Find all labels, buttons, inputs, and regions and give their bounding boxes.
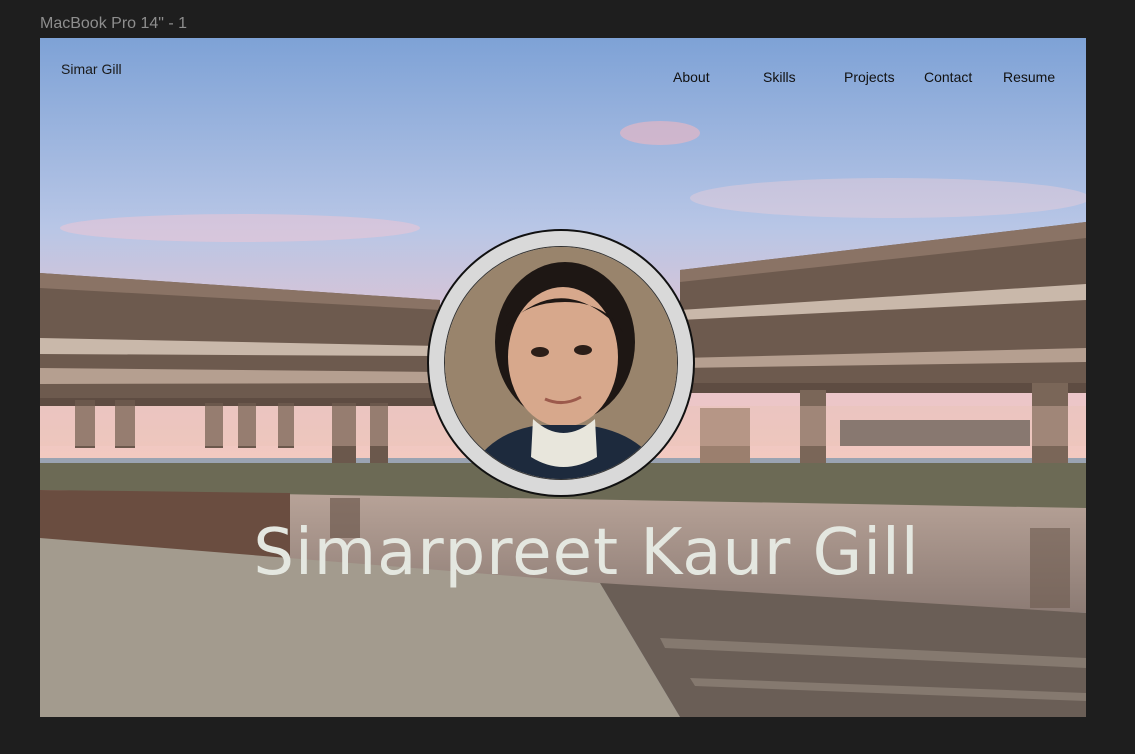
profile-photo xyxy=(444,246,678,480)
nav-projects[interactable]: Projects xyxy=(844,69,895,85)
page-frame: Simar Gill About Skills Projects Contact… xyxy=(40,38,1086,717)
hero-name: Simarpreet Kaur Gill xyxy=(253,516,920,590)
nav-skills[interactable]: Skills xyxy=(763,69,796,85)
avatar xyxy=(427,229,695,497)
profile-photo-illustration xyxy=(445,247,677,479)
frame-label: MacBook Pro 14" - 1 xyxy=(40,15,188,32)
site-logo[interactable]: Simar Gill xyxy=(61,61,122,77)
nav-about[interactable]: About xyxy=(673,69,710,85)
nav-contact[interactable]: Contact xyxy=(924,69,972,85)
nav-resume[interactable]: Resume xyxy=(1003,69,1055,85)
